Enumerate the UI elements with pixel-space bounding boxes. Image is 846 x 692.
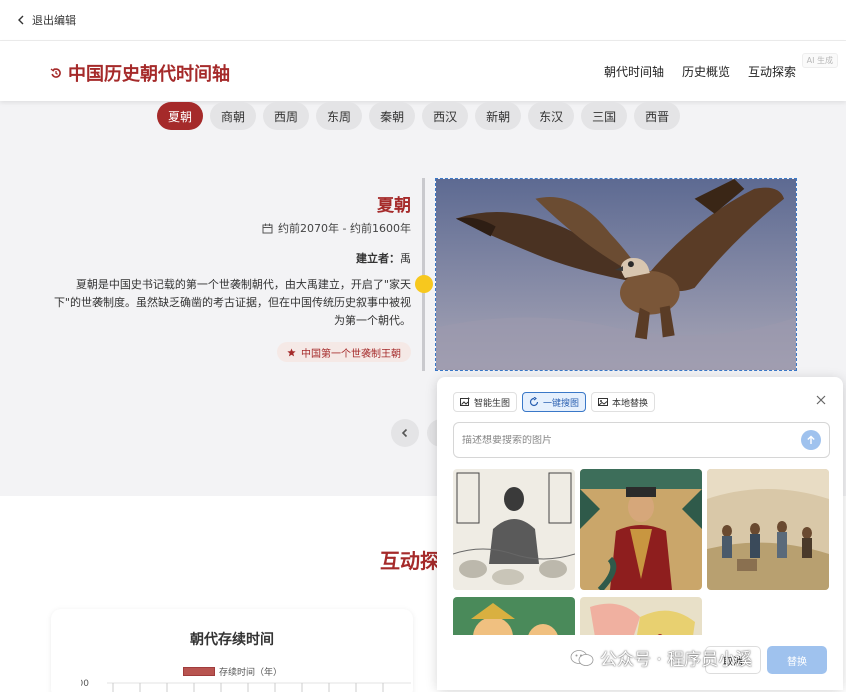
dynasty-description: 夏朝是中国史书记载的第一个世袭制朝代，由大禹建立，开启了"家天下"的世袭制度。虽… xyxy=(53,278,411,327)
result-image-1[interactable] xyxy=(453,469,575,590)
dynasty-image[interactable] xyxy=(435,178,797,371)
dynasty-founder: 建立者：禹 xyxy=(356,250,411,266)
vertical-gridlines xyxy=(112,683,384,692)
exit-edit-label: 退出编辑 xyxy=(32,14,76,27)
vulture-photo xyxy=(436,179,796,370)
chart-title: 朝代存续时间 xyxy=(190,632,274,648)
exit-edit-button[interactable]: 退出编辑 xyxy=(16,12,76,28)
chevron-left-icon xyxy=(18,15,24,25)
image-search-box xyxy=(453,422,830,458)
tab-local-replace[interactable]: 本地替换 xyxy=(591,392,656,412)
dynasty-tag: 中国第一个世袭制王朝 xyxy=(277,342,411,362)
dynasty-name: 夏朝 xyxy=(377,196,411,216)
dynasty-period-text: 约前2070年 - 约前1600年 xyxy=(278,222,411,235)
site-logo[interactable]: 中国历史朝代时间轴 xyxy=(50,60,230,86)
tab-local-replace-label: 本地替换 xyxy=(612,398,649,409)
tab-western-jin[interactable]: 西晋 xyxy=(634,102,681,130)
chevron-left-icon xyxy=(401,428,408,438)
arrow-up-icon xyxy=(807,435,815,444)
tab-xia[interactable]: 夏朝 xyxy=(157,102,204,130)
star-icon xyxy=(287,347,296,356)
main-nav: 朝代时间轴 历史概览 互动探索 xyxy=(604,63,796,80)
image-icon xyxy=(598,398,609,406)
founder-label: 建立者： xyxy=(356,252,400,265)
close-icon[interactable] xyxy=(815,394,827,406)
tab-three-kingdoms[interactable]: 三国 xyxy=(581,102,628,130)
dynasty-tag-text: 中国第一个世袭制王朝 xyxy=(301,348,401,360)
nav-explore[interactable]: 互动探索 xyxy=(748,63,796,80)
ai-generated-badge: AI 生成 xyxy=(801,53,838,68)
confirm-replace-button[interactable]: 替换 xyxy=(767,646,827,674)
site-title: 中国历史朝代时间轴 xyxy=(68,64,230,85)
emperor-illustration xyxy=(580,469,702,590)
duration-chart-card: 朝代存续时间 存续时间（年） 600 xyxy=(51,609,413,692)
timeline-dot[interactable] xyxy=(415,275,433,293)
tab-shang[interactable]: 商朝 xyxy=(210,102,257,130)
y-tick-label: 600 xyxy=(81,679,89,689)
nav-timeline[interactable]: 朝代时间轴 xyxy=(604,63,664,80)
cancel-button[interactable]: 取消 xyxy=(705,646,761,674)
founder-value: 禹 xyxy=(400,252,411,265)
image-replace-popup: 智能生图 一键搜图 本地替换 描述想要搜索的图片 取消 替换 xyxy=(437,377,843,690)
tab-eastern-han[interactable]: 东汉 xyxy=(528,102,575,130)
dynasty-tabs: 夏朝 商朝 西周 东周 秦朝 西汉 新朝 东汉 三国 西晋 xyxy=(157,102,681,130)
tab-eastern-zhou[interactable]: 东周 xyxy=(316,102,363,130)
tab-one-click-search-label: 一键搜图 xyxy=(543,398,580,409)
site-header: 中国历史朝代时间轴 朝代时间轴 历史概览 互动探索 AI 生成 xyxy=(0,41,846,101)
chart-plot: 600 xyxy=(81,679,411,692)
ink-illustration xyxy=(453,469,575,590)
result-image-3[interactable] xyxy=(707,469,829,590)
dynasty-period: 约前2070年 - 约前1600年 xyxy=(262,220,411,236)
calendar-icon xyxy=(262,223,273,233)
tab-one-click-search[interactable]: 一键搜图 xyxy=(522,392,587,412)
prev-dynasty-button[interactable] xyxy=(391,419,419,447)
popup-tabs: 智能生图 一键搜图 本地替换 xyxy=(453,392,656,412)
image-sparkle-icon xyxy=(460,397,470,406)
tab-western-zhou[interactable]: 西周 xyxy=(263,102,310,130)
top-bar: 退出编辑 xyxy=(0,0,846,41)
search-results-grid xyxy=(453,469,830,635)
tab-qin[interactable]: 秦朝 xyxy=(369,102,416,130)
nav-overview[interactable]: 历史概览 xyxy=(682,63,730,80)
cartoon-illustration xyxy=(453,597,575,635)
search-submit-button[interactable] xyxy=(801,430,821,450)
tab-ai-generate[interactable]: 智能生图 xyxy=(453,392,518,412)
refresh-search-icon xyxy=(529,397,539,407)
image-search-input[interactable] xyxy=(462,434,801,446)
tab-western-han[interactable]: 西汉 xyxy=(422,102,469,130)
workers-painting xyxy=(707,469,829,590)
tab-xin[interactable]: 新朝 xyxy=(475,102,522,130)
history-icon xyxy=(50,68,61,78)
result-image-5[interactable] xyxy=(580,597,702,635)
result-image-2[interactable] xyxy=(580,469,702,590)
popup-footer: 取消 替换 xyxy=(437,635,843,690)
map-illustration xyxy=(580,597,702,635)
result-image-4[interactable] xyxy=(453,597,575,635)
legend-swatch xyxy=(183,667,215,676)
tab-ai-generate-label: 智能生图 xyxy=(474,398,511,409)
